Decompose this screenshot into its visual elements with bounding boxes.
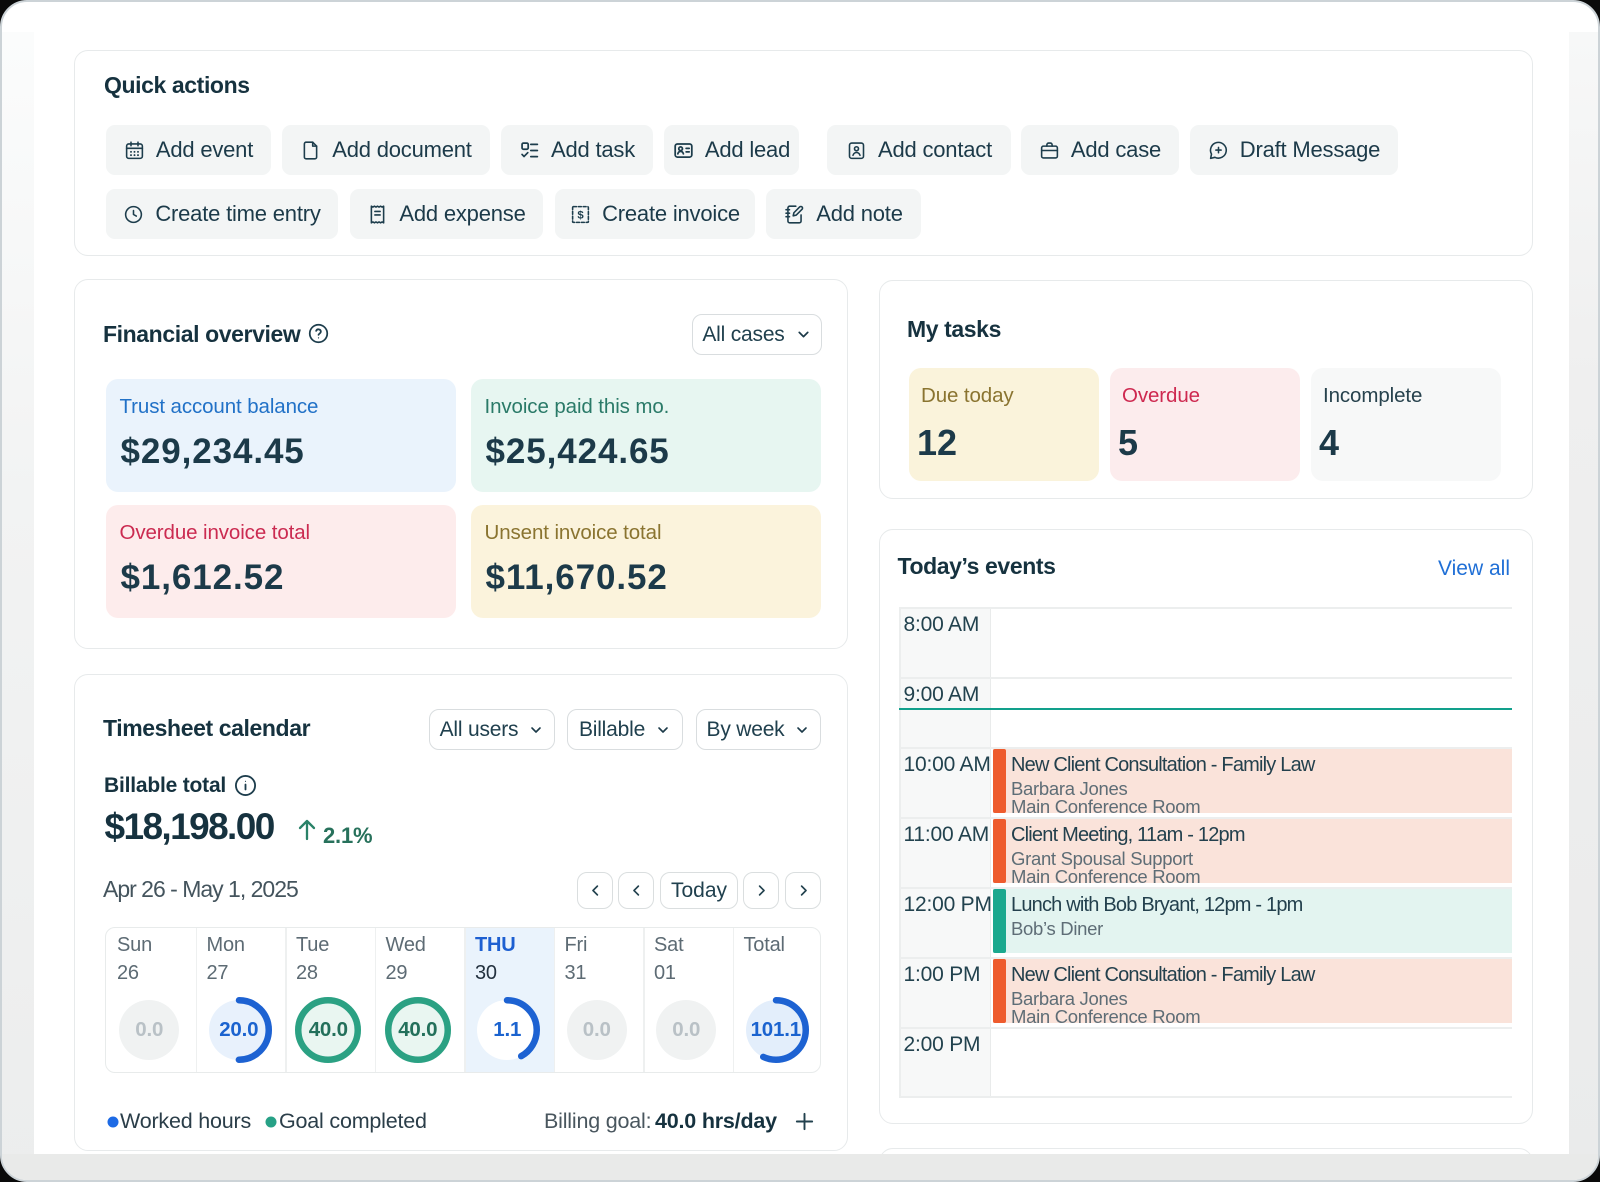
svg-text:$: $ <box>578 209 585 221</box>
